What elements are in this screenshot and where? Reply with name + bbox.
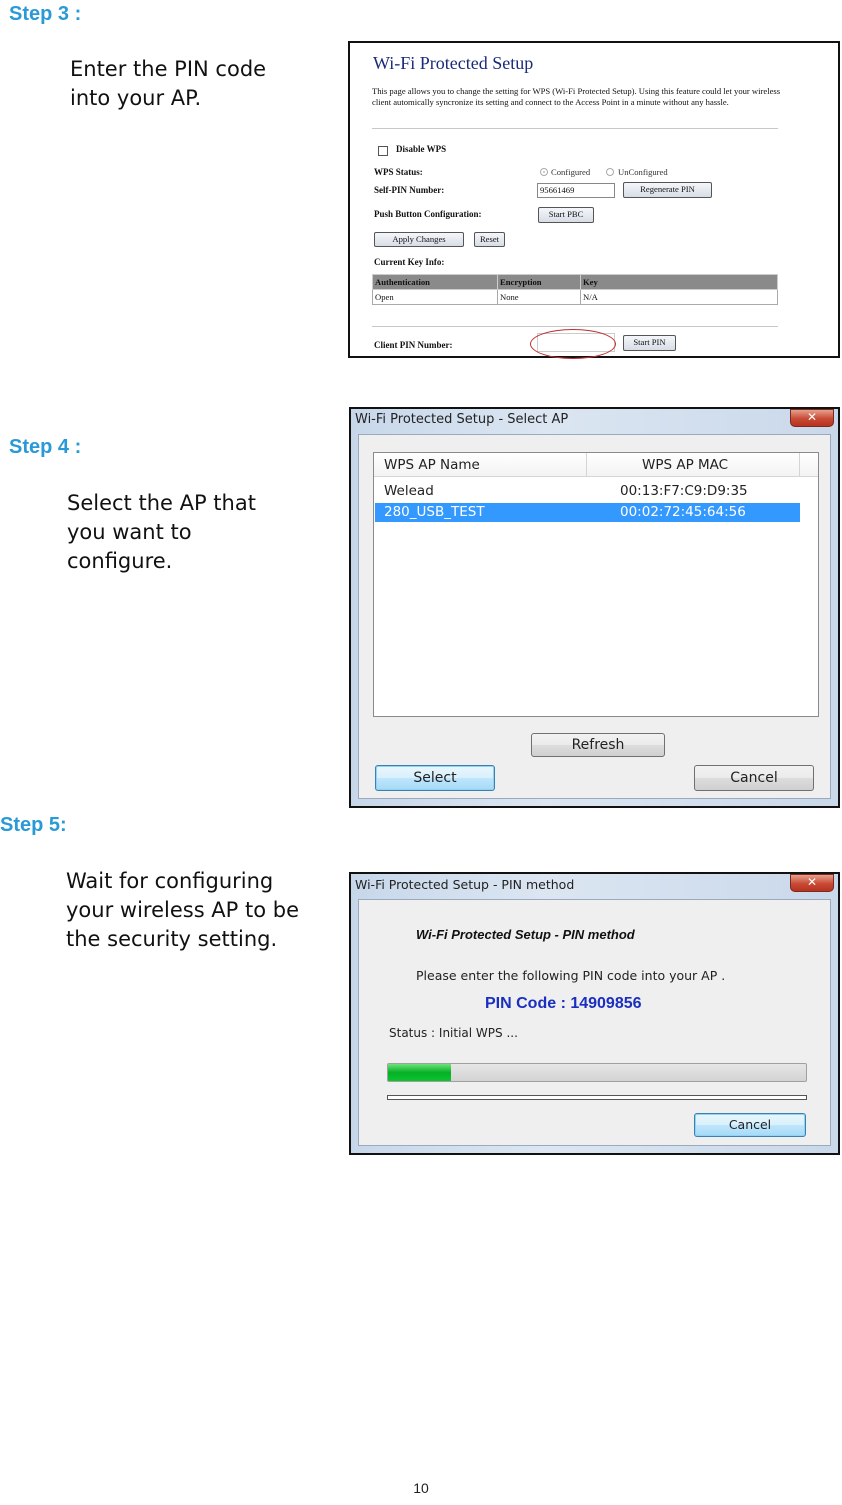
wps-web-page-screenshot: Wi-Fi Protected Setup This page allows y… xyxy=(348,41,840,359)
cell-encryption: None xyxy=(497,289,581,305)
ap-list[interactable]: WPS AP Name WPS AP MAC Welead 00:13:F7:C… xyxy=(373,452,819,717)
cell-key: N/A xyxy=(580,289,778,305)
start-pin-button[interactable]: Start PIN xyxy=(623,335,676,351)
page-number: 10 xyxy=(413,1480,429,1496)
list-item[interactable]: Welead 00:13:F7:C9:D9:35 xyxy=(375,482,800,501)
ap-mac: 00:13:F7:C9:D9:35 xyxy=(620,483,748,499)
pin-method-dialog-body: Wi-Fi Protected Setup - PIN method Pleas… xyxy=(358,899,831,1146)
close-icon[interactable]: ✕ xyxy=(790,409,834,427)
radio-configured[interactable] xyxy=(540,168,548,176)
key-info-table: Authentication Encryption Key Open None … xyxy=(372,274,778,305)
radio-configured-label: Configured xyxy=(551,167,591,177)
close-icon[interactable]: ✕ xyxy=(790,874,834,892)
cell-authentication: Open xyxy=(372,289,498,305)
cancel-button[interactable]: Cancel xyxy=(694,1113,806,1137)
header-authentication: Authentication xyxy=(372,274,498,290)
radio-unconfigured[interactable] xyxy=(606,168,614,176)
client-pin-label: Client PIN Number: xyxy=(374,340,453,350)
list-item-selected[interactable]: 280_USB_TEST 00:02:72:45:64:56 xyxy=(375,503,800,522)
ap-mac: 00:02:72:45:64:56 xyxy=(620,504,746,520)
ap-name: 280_USB_TEST xyxy=(384,504,485,520)
wps-page-intro: This page allows you to change the setti… xyxy=(372,86,781,107)
table-row: Open None N/A xyxy=(372,289,778,305)
select-ap-dialog: Wi-Fi Protected Setup - Select AP ✕ WPS … xyxy=(349,407,840,808)
pin-code: PIN Code : 14909856 xyxy=(485,995,642,1012)
pin-method-dialog-title: Wi-Fi Protected Setup - PIN method xyxy=(355,877,575,892)
cancel-button[interactable]: Cancel xyxy=(694,765,814,791)
apply-changes-button[interactable]: Apply Changes xyxy=(374,232,464,247)
pin-method-dialog: Wi-Fi Protected Setup - PIN method ✕ Wi-… xyxy=(349,872,840,1155)
key-info-header-row: Authentication Encryption Key xyxy=(372,274,778,290)
divider xyxy=(372,326,778,327)
column-header-ap-mac[interactable]: WPS AP MAC xyxy=(642,457,728,473)
radio-unconfigured-label: UnConfigured xyxy=(618,167,668,177)
reset-button[interactable]: Reset xyxy=(474,232,505,247)
step-5-title: Step 5: xyxy=(0,814,67,836)
step-3-description: Enter the PIN code into your AP. xyxy=(70,57,267,110)
step-5-description: Wait for configuring your wireless AP to… xyxy=(66,869,300,951)
divider xyxy=(372,128,778,129)
select-ap-dialog-body: WPS AP Name WPS AP MAC Welead 00:13:F7:C… xyxy=(358,434,831,799)
pin-instruction: Please enter the following PIN code into… xyxy=(416,968,726,983)
select-button[interactable]: Select xyxy=(375,765,495,791)
regenerate-pin-button[interactable]: Regenerate PIN xyxy=(623,182,712,198)
self-pin-field[interactable]: 95661469 xyxy=(537,183,615,198)
pin-method-heading: Wi-Fi Protected Setup - PIN method xyxy=(416,927,635,942)
wps-page-title: Wi-Fi Protected Setup xyxy=(373,53,534,73)
secondary-progress-bar xyxy=(387,1095,807,1100)
column-header-ap-name[interactable]: WPS AP Name xyxy=(384,457,480,473)
select-ap-dialog-title: Wi-Fi Protected Setup - Select AP xyxy=(355,412,569,427)
disable-wps-label: Disable WPS xyxy=(396,144,447,154)
disable-wps-checkbox[interactable] xyxy=(378,146,388,156)
highlight-ellipse xyxy=(530,329,616,359)
current-key-info-label: Current Key Info: xyxy=(374,257,445,267)
start-pbc-button[interactable]: Start PBC xyxy=(538,207,594,223)
header-key: Key xyxy=(580,274,778,290)
header-encryption: Encryption xyxy=(497,274,581,290)
step-4-description: Select the AP that you want to configure… xyxy=(67,491,256,573)
status-text: Status : Initial WPS ... xyxy=(389,1026,518,1040)
step-3-title: Step 3 : xyxy=(9,3,82,25)
wps-status-label: WPS Status: xyxy=(374,167,423,177)
column-separator[interactable] xyxy=(586,453,587,476)
column-separator[interactable] xyxy=(799,453,800,476)
progress-bar-fill xyxy=(388,1064,451,1081)
refresh-button[interactable]: Refresh xyxy=(531,733,665,757)
progress-bar xyxy=(387,1063,807,1082)
push-button-config-label: Push Button Configuration: xyxy=(374,209,482,219)
ap-list-header: WPS AP Name WPS AP MAC xyxy=(374,453,818,477)
ap-name: Welead xyxy=(384,483,434,499)
step-4-title: Step 4 : xyxy=(9,436,82,458)
self-pin-label: Self-PIN Number: xyxy=(374,185,445,195)
